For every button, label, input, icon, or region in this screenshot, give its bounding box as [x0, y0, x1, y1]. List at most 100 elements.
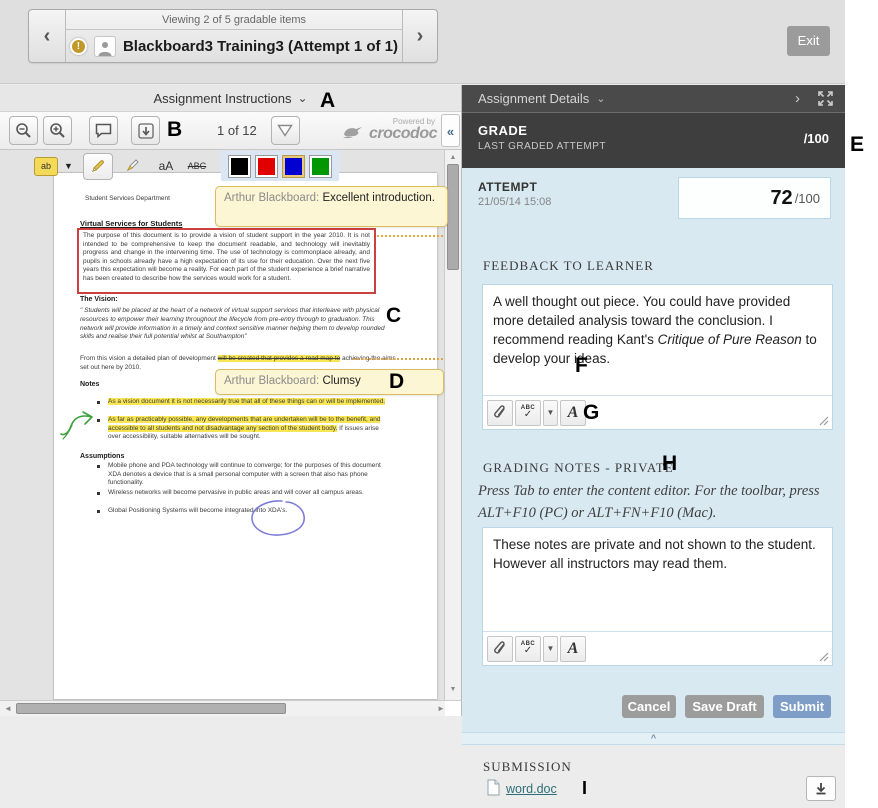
download-icon — [815, 782, 827, 795]
doc-notes-heading: Notes — [80, 381, 99, 388]
spellcheck-button[interactable]: ABC✓ — [515, 400, 541, 426]
color-swatch-black[interactable] — [229, 156, 250, 177]
submission-file-link[interactable]: word.doc — [506, 782, 557, 796]
zoom-in-button[interactable] — [43, 116, 72, 145]
exit-button[interactable]: Exit — [787, 26, 830, 56]
score-value[interactable]: 72 — [770, 187, 792, 210]
panel-header: Assignment Details ⌄ › — [462, 85, 845, 112]
feedback-book-title: Critique of Pure Reason — [658, 332, 802, 347]
comment-author: Arthur Blackboard: — [224, 192, 319, 204]
spellcheck-icon: ABC✓ — [521, 405, 536, 420]
submission-collapse-bar[interactable]: ^ — [462, 732, 845, 745]
color-swatch-green[interactable] — [310, 156, 331, 177]
crocodile-icon — [342, 124, 364, 140]
comment-bubble-1[interactable]: Arthur Blackboard: Excellent introductio… — [215, 186, 448, 227]
attach-file-button[interactable] — [487, 636, 513, 662]
grading-panel: Assignment Details ⌄ › GRADE LAST GRADED… — [462, 85, 845, 808]
file-icon — [487, 779, 500, 796]
feedback-to-learner-label: FEEDBACK TO LEARNER — [483, 258, 654, 274]
color-swatch-blue[interactable] — [283, 156, 304, 177]
horizontal-scroll-thumb[interactable] — [16, 703, 286, 714]
doc-intro-red-annotation[interactable]: The purpose of this document is to provi… — [77, 228, 376, 294]
resize-handle-icon[interactable] — [819, 416, 829, 426]
score-input[interactable]: 72 /100 — [678, 177, 831, 219]
blue-circle-drawing[interactable] — [248, 498, 310, 540]
panel-forward-icon[interactable]: › — [795, 90, 800, 107]
roadmap-pre: From this vision a detailed plan of deve… — [80, 355, 218, 362]
viewer-toolbar: 1 of 12 Powered by crocodoc « — [0, 112, 461, 150]
comment-anchor-dotline-2 — [352, 358, 459, 360]
viewer-horizontal-scrollbar[interactable]: ◄ ► — [0, 700, 461, 716]
callout-letter-d: D — [389, 370, 404, 394]
chevron-down-icon: ⌄ — [596, 92, 605, 105]
doc-department-line: Student Services Department — [85, 195, 170, 204]
color-swatch-red[interactable] — [256, 156, 277, 177]
bullet-marker — [97, 510, 100, 513]
doc-assumption-bullet-3: Global Positioning Systems will become i… — [95, 507, 392, 516]
vertical-scroll-thumb[interactable] — [447, 164, 459, 270]
scroll-right-icon[interactable]: ► — [437, 704, 445, 713]
scroll-left-icon[interactable]: ◄ — [4, 704, 12, 713]
spellcheck-icon: ABC✓ — [521, 641, 536, 656]
spellcheck-button[interactable]: ABC✓ — [515, 636, 541, 662]
attempt-grading-body: ATTEMPT 21/05/14 15:08 72 /100 FEEDBACK … — [462, 168, 845, 732]
grading-notes-label: GRADING NOTES - PRIVATE — [483, 460, 674, 476]
comment-bubble-2[interactable]: Arthur Blackboard: Clumsy — [215, 369, 444, 395]
strikeout-tool[interactable]: ABC — [181, 161, 213, 171]
callout-letter-b: B — [167, 118, 182, 142]
comment-text: Clumsy — [319, 375, 361, 387]
viewer-header-title: Assignment Instructions — [153, 91, 291, 106]
crocodoc-logo: Powered by crocodoc — [342, 117, 437, 145]
chevron-down-icon: ⌄ — [297, 91, 307, 105]
save-draft-button[interactable]: Save Draft — [685, 695, 764, 718]
paperclip-icon — [493, 641, 507, 656]
submit-button[interactable]: Submit — [773, 695, 831, 718]
attempt-nav-center: Viewing 2 of 5 gradable items ! Blackboa… — [66, 10, 402, 62]
scrollbar-corner — [445, 701, 461, 716]
scroll-up-icon[interactable]: ▲ — [445, 154, 461, 161]
paperclip-icon — [493, 405, 507, 420]
cancel-button[interactable]: Cancel — [622, 695, 676, 718]
comment-tool-caret-icon[interactable]: ▼ — [64, 161, 73, 171]
viewer-header[interactable]: Assignment Instructions ⌄ — [0, 85, 461, 112]
highlight-annotation[interactable]: As a vision document it is not necessari… — [108, 398, 385, 405]
viewer-vertical-scrollbar[interactable]: ▲ ▼ — [444, 150, 461, 700]
strikeout-annotation[interactable]: will be created that provides a road map… — [218, 355, 340, 362]
grading-notes-textarea[interactable]: These notes are private and not shown to… — [483, 528, 832, 580]
feedback-editor-toolbar: ABC✓ ▼ A — [483, 395, 832, 429]
grade-summary-section: GRADE LAST GRADED ATTEMPT /100 — [462, 112, 845, 168]
pencil-tool[interactable] — [83, 153, 113, 180]
comment-text: Excellent introduction. — [319, 192, 435, 204]
content-editor-hint: Press Tab to enter the content editor. F… — [478, 480, 838, 525]
doc-note-bullet-2: As far as practicably possible, any deve… — [95, 416, 392, 442]
text-annotation-tool[interactable]: aA — [151, 159, 181, 173]
highlighter-tool[interactable] — [117, 153, 147, 180]
text-style-button[interactable]: A — [560, 636, 586, 662]
point-comment-tool[interactable]: ab — [34, 157, 58, 176]
spellcheck-caret-button[interactable]: ▼ — [543, 400, 558, 426]
download-document-button[interactable] — [131, 116, 160, 145]
scroll-down-icon[interactable]: ▼ — [445, 686, 461, 693]
zoom-out-button[interactable] — [9, 116, 38, 145]
feedback-textarea[interactable]: A well thought out piece. You could have… — [483, 285, 832, 376]
panel-header-title[interactable]: Assignment Details — [478, 91, 589, 106]
expand-fullscreen-icon[interactable] — [818, 91, 833, 106]
collapse-panel-button[interactable]: « — [441, 114, 460, 147]
submission-section: SUBMISSION word.doc — [462, 746, 845, 808]
font-icon: A — [568, 404, 579, 422]
download-submission-button[interactable] — [806, 776, 836, 801]
comment-mode-button[interactable] — [89, 116, 118, 145]
doc-assumption-bullet-2: Wireless networks will become pervasive … — [95, 489, 392, 498]
page-jump-button[interactable] — [271, 116, 300, 145]
spellcheck-caret-button[interactable]: ▼ — [543, 636, 558, 662]
green-arrow-drawing[interactable] — [58, 404, 98, 442]
resize-handle-icon[interactable] — [819, 652, 829, 662]
callout-letter-i: I — [582, 778, 587, 799]
bullet-marker — [97, 492, 100, 495]
attach-file-button[interactable] — [487, 400, 513, 426]
crocodoc-brand-label: crocodoc — [369, 125, 437, 143]
next-attempt-button[interactable]: › — [402, 10, 437, 62]
feedback-editor: A well thought out piece. You could have… — [482, 284, 833, 430]
pencil-icon — [90, 158, 106, 174]
previous-attempt-button[interactable]: ‹ — [29, 10, 66, 62]
